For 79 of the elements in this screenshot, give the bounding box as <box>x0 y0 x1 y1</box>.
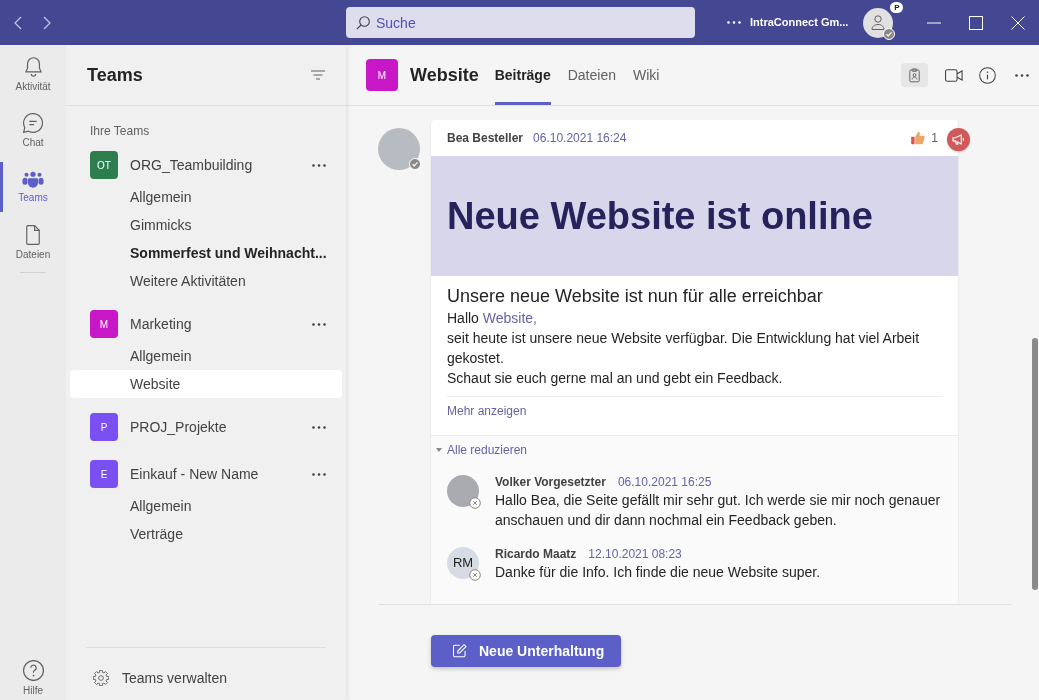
team-avatar: M <box>90 310 118 338</box>
timestamp: 12.10.2021 08:23 <box>588 546 682 563</box>
avatar-photo <box>447 475 479 507</box>
channel-item[interactable]: Allgemein <box>70 342 342 370</box>
channel-item[interactable]: Gimmicks <box>70 211 342 239</box>
tab[interactable]: Wiki <box>633 45 660 105</box>
manage-teams-item[interactable]: Teams verwalten <box>66 656 346 700</box>
caret-down-icon <box>436 448 442 452</box>
more-icon[interactable] <box>312 322 326 326</box>
channel-item[interactable]: Allgemein <box>70 492 342 520</box>
post-subtitle: Unsere neue Website ist nun für alle erreichbar <box>447 285 824 308</box>
section-heading: Ihre Teams <box>89 123 151 139</box>
banner-title: Neue Website ist online <box>447 193 873 239</box>
panel-title: Teams <box>87 63 143 87</box>
team-name[interactable]: Marketing <box>130 313 192 335</box>
account-name: IntraConnect Gm... <box>750 15 849 31</box>
more-icon[interactable] <box>312 472 326 476</box>
team-name[interactable]: ORG_Teambuilding <box>130 154 253 176</box>
initials-avatar: RM <box>447 547 479 579</box>
bell-icon <box>24 57 42 77</box>
post-text: seit heute ist unsere neue Website verfügbar. Die Entwicklung hat viel Arbeit gekostet. <box>447 329 921 368</box>
post-text: Schaut sie euch gerne mal an und gebt ein Feedback. <box>447 369 784 388</box>
help-button[interactable]: Hilfe <box>0 660 66 700</box>
channel-item[interactable]: Allgemein <box>70 183 342 211</box>
team-avatar: OT <box>90 151 118 179</box>
settings-icon <box>93 670 109 686</box>
search-icon <box>356 16 370 30</box>
more-icon[interactable] <box>312 425 326 429</box>
search-field[interactable]: Suche <box>346 7 695 38</box>
channel-item[interactable]: Verträge <box>70 520 342 548</box>
profile-badge: P <box>890 1 904 13</box>
author-name: Bea Besteller <box>447 130 524 147</box>
more-icon[interactable] <box>312 163 326 167</box>
more-icon[interactable] <box>727 21 741 24</box>
scrollbar-thumb[interactable] <box>1032 338 1038 590</box>
author-name: Volker Vorgesetzter <box>495 474 606 491</box>
app-bar-item[interactable]: Dateien <box>0 215 66 271</box>
channel-item[interactable]: Website <box>70 370 342 398</box>
reply-text: Hallo Bea, die Seite gefällt mir sehr gut. Ich werde sie mir noch genauer anschauen und dir dann nochmal ein Feedback geben. <box>495 491 942 530</box>
channel-avatar: M <box>366 59 398 91</box>
avatar-photo <box>378 128 420 170</box>
team-avatar: E <box>90 460 118 488</box>
channel-item[interactable]: Sommerfest und Weihnacht... <box>70 239 342 267</box>
maximize-icon[interactable] <box>969 15 983 30</box>
chat-bubble-icon <box>23 113 43 133</box>
channel-item[interactable]: Weitere Aktivitäten <box>70 267 342 295</box>
timestamp: 06.10.2021 16:25 <box>617 474 712 491</box>
team-avatar: P <box>90 413 118 441</box>
close-icon[interactable] <box>1011 15 1025 30</box>
channel-title: Website <box>410 63 479 87</box>
mention-link[interactable]: Website, <box>482 310 537 326</box>
minimize-icon[interactable] <box>927 21 941 24</box>
new-conversation-button[interactable]: Neue Unterhaltung <box>431 635 621 667</box>
compose-icon <box>453 644 467 658</box>
post-text: Hallo Website, <box>447 309 538 328</box>
document-icon <box>26 225 40 245</box>
back-icon[interactable] <box>14 15 22 30</box>
help-icon <box>22 660 44 681</box>
app-bar-item[interactable]: Teams <box>0 159 66 215</box>
app-bar-item[interactable]: Chat <box>0 103 66 159</box>
more-icon[interactable] <box>1015 73 1029 77</box>
tab[interactable]: Beiträge <box>494 45 551 105</box>
show-more-link[interactable]: Mehr anzeigen <box>447 403 527 419</box>
reaction-count: 1 <box>931 130 938 147</box>
clipboard-icon[interactable] <box>901 63 928 87</box>
team-name[interactable]: PROJ_Projekte <box>130 416 227 438</box>
people-group-icon <box>22 170 44 188</box>
reply-text: Danke für die Info. Ich finde die neue Website super. <box>495 563 821 582</box>
app-bar-item[interactable]: Aktivität <box>0 47 66 103</box>
team-name[interactable]: Einkauf - New Name <box>130 463 259 485</box>
forward-icon[interactable] <box>43 15 51 30</box>
author-name: Ricardo Maatz <box>495 546 577 563</box>
tab[interactable]: Dateien <box>567 45 616 105</box>
collapse-all-link[interactable]: Alle reduzieren <box>436 442 528 458</box>
timestamp: 06.10.2021 16:24 <box>533 130 627 147</box>
video-camera-icon[interactable] <box>945 68 963 82</box>
thumbs-up-icon[interactable] <box>911 131 926 145</box>
person-avatar-icon[interactable] <box>863 7 894 38</box>
info-icon[interactable] <box>979 66 996 84</box>
